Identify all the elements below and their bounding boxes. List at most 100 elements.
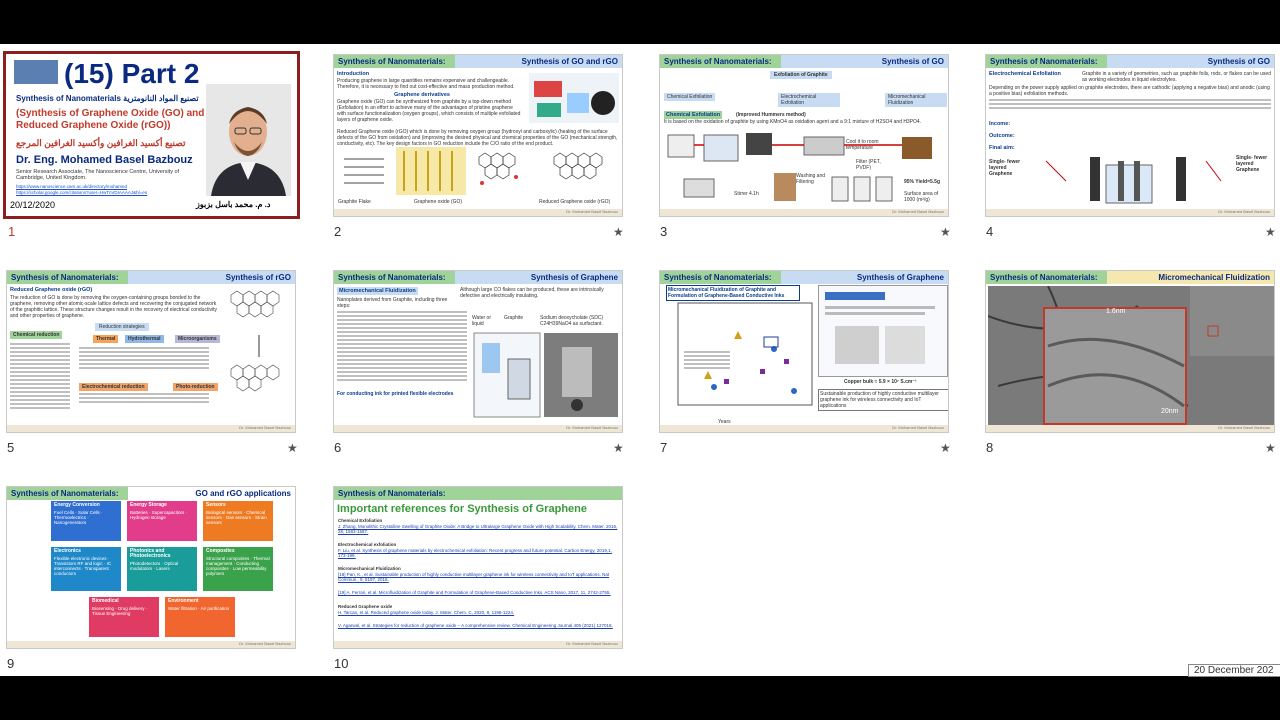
animation-star-icon[interactable]: ★ xyxy=(1265,441,1276,455)
author-photo xyxy=(206,84,291,196)
branch-chemical: Chemical Exfoliation xyxy=(664,93,716,101)
header-right: Synthesis of GO xyxy=(780,55,948,68)
left-graphene-label: Single- fewer layered Graphene xyxy=(989,159,1021,177)
header-left: Synthesis of Nanomaterials: xyxy=(7,271,128,284)
reference-text: V. Agarwal, et al. Strategies for reduct… xyxy=(338,623,613,628)
slide-footer: Dr. Mohamed Basel Bazbouz xyxy=(986,425,1274,432)
header-right: Synthesis of Graphene xyxy=(454,271,622,284)
slide-footer: Dr. Mohamed Basel Bazbouz xyxy=(660,209,948,216)
slide-header: Synthesis of Nanomaterials: xyxy=(334,487,622,500)
branch-electrochemical: Electrochemical Exfoliation xyxy=(778,93,840,107)
hexagonal-lattice-rgo-image xyxy=(549,147,619,195)
author-affiliation: Senior Research Associate, The Nanoscien… xyxy=(16,169,180,181)
slide-thumbnail-1[interactable]: (15) Part 2 Synthesis of Nanomaterials ت… xyxy=(3,51,300,219)
animation-star-icon[interactable]: ★ xyxy=(287,441,298,455)
header-right: Synthesis of GO xyxy=(1106,55,1274,68)
chemical-list-lines xyxy=(10,343,70,411)
slide-thumbnail-3[interactable]: Synthesis of Nanomaterials: Synthesis of… xyxy=(659,54,949,217)
reduction-strategies: Reduction strategies xyxy=(95,323,149,331)
application-panel: Environment Water filtration · Air purifi… xyxy=(165,597,235,637)
step-filter: Filter (PET, PVDF) xyxy=(856,159,881,171)
rgo-text: Reduced Graphene oxide (rGO) which is do… xyxy=(337,129,618,147)
graphite-label: Graphite xyxy=(504,315,524,321)
slide-thumbnail-4[interactable]: Synthesis of Nanomaterials: Synthesis of… xyxy=(985,54,1275,217)
graphite-flake-image xyxy=(340,153,388,193)
rgo-description: The reduction of GO is done by removing … xyxy=(10,295,217,319)
presentation-date: 20/12/2020 xyxy=(10,200,56,210)
application-panel: Biomedical Biosensing · Drug delivery · T… xyxy=(89,597,159,637)
header-left: Synthesis of Nanomaterials: xyxy=(660,271,781,284)
electro-detail-lines xyxy=(79,393,209,405)
reference-item: Electrochemical exfoliation F. Liu, et al… xyxy=(338,542,618,559)
slide-topic: (Synthesis of Graphene Oxide (GO) and Re… xyxy=(16,108,205,131)
slide-thumbnail-6[interactable]: Synthesis of Nanomaterials: Synthesis of… xyxy=(333,270,623,433)
slide-thumbnail-8[interactable]: Synthesis of Nanomaterials: Micromechani… xyxy=(985,270,1275,433)
animation-star-icon[interactable]: ★ xyxy=(940,441,951,455)
header-left: Synthesis of Nanomaterials: xyxy=(660,55,781,68)
slide-number-9: 9 xyxy=(7,656,15,671)
panel-items: Flexible electronic devices · Transistor… xyxy=(54,556,112,576)
animation-star-icon[interactable]: ★ xyxy=(613,225,624,239)
go-text: Graphene oxide (GO) can be synthesized f… xyxy=(337,99,521,123)
header-right: Synthesis of Graphene xyxy=(780,271,948,284)
header-left: Synthesis of Nanomaterials: xyxy=(334,271,455,284)
electrochemical-text2: Depending on the power supply applied on… xyxy=(989,85,1270,97)
electrochemical-heading: Electrochemical Exfoliation xyxy=(989,71,1061,77)
slide-number-8: 8 xyxy=(986,440,994,455)
intro-heading: Introduction xyxy=(337,71,370,77)
panel-items: Biosensing · Drug delivery · Tissue Engi… xyxy=(92,606,148,616)
income-label: Income: xyxy=(989,121,1011,127)
panel-title: Energy Storage xyxy=(130,502,167,508)
graphene-products-image xyxy=(529,73,619,123)
header-right: Synthesis of GO and rGO xyxy=(454,55,622,68)
slide-number-5: 5 xyxy=(7,440,15,455)
slide-thumbnail-5[interactable]: Synthesis of Nanomaterials: Synthesis of… xyxy=(6,270,296,433)
header-right: GO and rGO applications xyxy=(127,487,295,500)
step-washing: Washing and Filtering xyxy=(796,173,825,185)
thermal-box: Thermal xyxy=(93,335,119,343)
slide-title: (15) Part 2 xyxy=(64,58,200,89)
header-left: Synthesis of Nanomaterials: xyxy=(334,487,622,500)
slide-footer: Dr. Mohamed Basel Bazbouz xyxy=(334,425,622,432)
chemical-reduction-box: Chemical reduction xyxy=(10,331,63,339)
panel-title: Photonics and Photoelectronics xyxy=(130,548,171,559)
arabic-author-name: د. م. محمد باسل بزبوز xyxy=(196,200,271,209)
reference-text: [18] Pan, K., et al. Sustainable product… xyxy=(338,571,610,583)
slide-number-3: 3 xyxy=(660,224,668,239)
chemical-exfoliation-heading: Chemical Exfoliation xyxy=(664,111,723,119)
header-left: Synthesis of Nanomaterials: xyxy=(986,271,1107,284)
go-rgo-structure-image xyxy=(225,285,293,423)
steps-text-lines xyxy=(337,311,467,383)
reference-item: [19] A. Ferrari, et al. Microfluidizatio… xyxy=(338,590,618,596)
top-black-bar xyxy=(0,0,1280,44)
reference-heading: Reduced Graphene oxide xyxy=(338,604,393,609)
slide-header: Synthesis of Nanomaterials: GO and rGO a… xyxy=(7,487,295,500)
slide-thumbnail-9[interactable]: Synthesis of Nanomaterials: GO and rGO a… xyxy=(6,486,296,649)
animation-star-icon[interactable]: ★ xyxy=(940,225,951,239)
header-left: Synthesis of Nanomaterials: xyxy=(7,487,128,500)
copper-conductivity: Copper bulk ≈ 5.9 × 10⁷ S.cm⁻¹ xyxy=(844,379,917,385)
slide-thumbnail-10[interactable]: Synthesis of Nanomaterials: Important re… xyxy=(333,486,623,649)
header-left: Synthesis of Nanomaterials: xyxy=(986,55,1107,68)
reference-item: Chemical Exfoliation J. Zhang, Monolithic… xyxy=(338,518,618,535)
animation-star-icon[interactable]: ★ xyxy=(1265,225,1276,239)
slide-thumbnail-7[interactable]: Synthesis of Nanomaterials: Synthesis of… xyxy=(659,270,949,433)
reference-text: H. Tarcan, et al. Reduced graphene oxide… xyxy=(338,609,515,615)
graphene-oxide-image xyxy=(396,147,466,195)
animation-star-icon[interactable]: ★ xyxy=(613,441,624,455)
header-right: Synthesis of rGO xyxy=(127,271,295,284)
header-right: Micromechanical Fluidization xyxy=(1106,271,1274,284)
slide-number-7: 7 xyxy=(660,440,668,455)
chart-note: Sustainable production of highly conduct… xyxy=(818,389,948,411)
scale-bar-1-6nm: 1.6nm xyxy=(1106,308,1126,315)
step-cool: Cool it to room temperature xyxy=(846,139,879,151)
panel-items: Fuel Cells · Solar Cells · Thermoelectri… xyxy=(54,510,103,525)
exfoliation-box: Exfoliation of Graphite xyxy=(770,71,832,79)
label-graphene-oxide: Graphene oxide (GO) xyxy=(414,199,463,205)
slide-footer: Dr. Mohamed Basel Bazbouz xyxy=(660,425,948,432)
reference-item: Micromechanical Fluidization [18] Pan, K.… xyxy=(338,566,618,583)
slide-header: Synthesis of Nanomaterials: Micromechani… xyxy=(986,271,1274,284)
reference-heading: Electrochemical exfoliation xyxy=(338,542,397,547)
slide-thumbnail-2[interactable]: Synthesis of Nanomaterials: Synthesis of… xyxy=(333,54,623,217)
slide-header: Synthesis of Nanomaterials: Synthesis of… xyxy=(334,271,622,284)
